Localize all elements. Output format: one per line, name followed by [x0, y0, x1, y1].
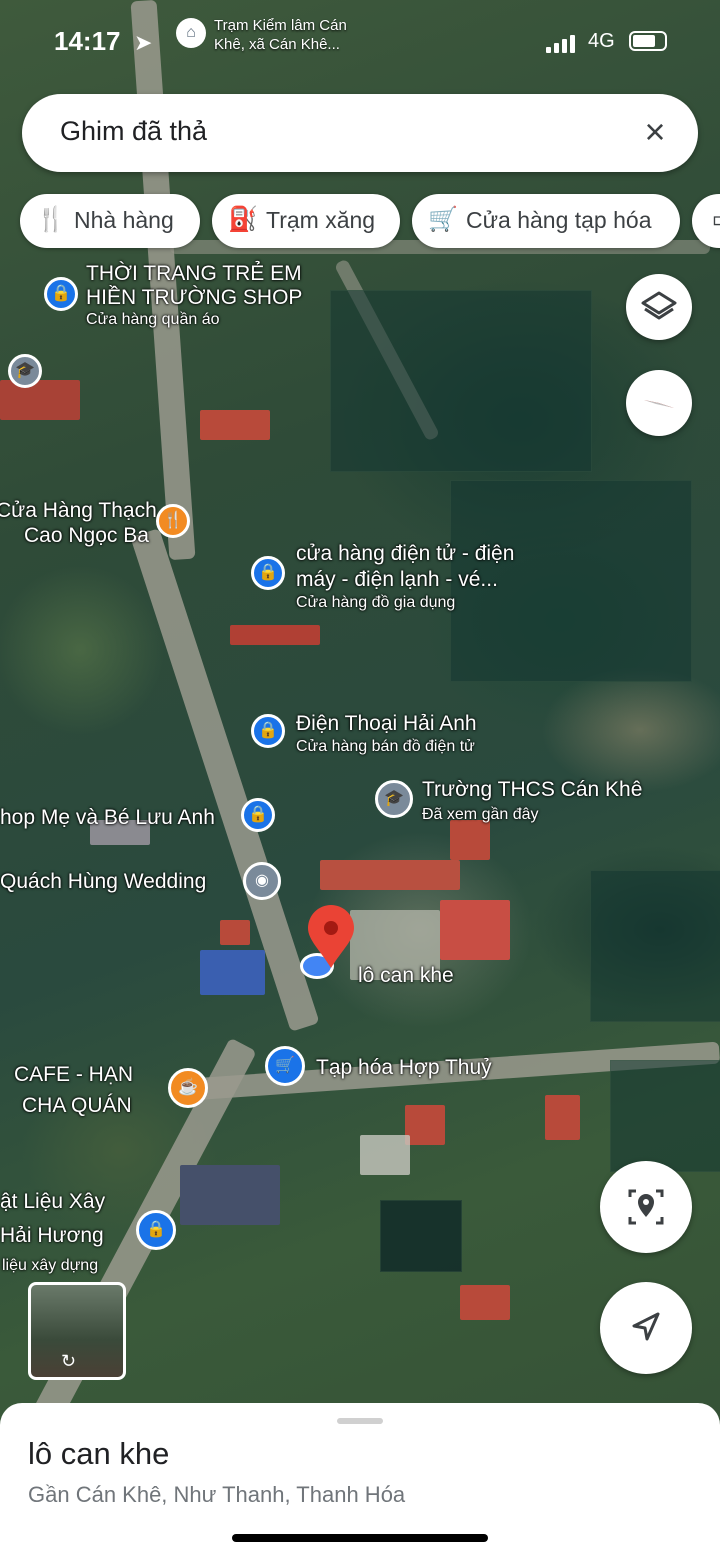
cellular-signal-icon [546, 33, 578, 53]
home-indicator[interactable] [232, 1534, 488, 1542]
shopping-cart-icon: 🛒 [265, 1046, 305, 1086]
chip-label: Trạm xăng [266, 207, 376, 233]
clock: 14:17 [54, 26, 121, 56]
more-category-icon: ▭ [708, 205, 720, 235]
building-roof [450, 820, 490, 860]
shopping-bag-icon: 🔒 [44, 277, 78, 311]
rice-field [610, 1060, 720, 1172]
building-roof [545, 1095, 580, 1140]
rice-field [380, 1200, 462, 1272]
layers-button[interactable] [626, 274, 692, 340]
red-pin-icon [308, 905, 354, 968]
location-services-icon: ➤ [134, 30, 153, 55]
status-bar: 14:17 ➤ ⌂ Trạm Kiểm lâm Cán Khê, xã Cán … [0, 0, 720, 80]
ranger-station-icon: ⌂ [176, 18, 206, 48]
dropped-pin-label: lô can khe [358, 964, 454, 987]
shopping-bag-icon: 🔒 [251, 556, 285, 590]
street-view-thumbnail[interactable]: ↻ [28, 1282, 126, 1380]
nearby-place-label: Trạm Kiểm lâm Cán Khê, xã Cán Khê... [214, 16, 347, 54]
shopping-bag-icon: 🔒 [241, 798, 275, 832]
restaurant-icon: 🍴 [36, 206, 66, 233]
school-icon: 🎓 [8, 354, 42, 388]
poi-label: Quách Hùng Wedding [0, 870, 207, 893]
place-address: Gần Cán Khê, Như Thanh, Thanh Hóa [28, 1482, 406, 1507]
search-bar[interactable]: Ghim đã thả × [22, 94, 698, 172]
chip-label: Nhà hàng [74, 207, 174, 233]
poi-label: HIỀN TRƯỜNG SHOP [86, 286, 303, 309]
building-roof [200, 950, 265, 995]
poi-sublabel: Đã xem gần đây [422, 806, 539, 823]
gas-station-icon: ⛽ [228, 206, 258, 233]
rotate-360-icon: ↻ [61, 1351, 77, 1371]
poi-label: Điện Thoại Hải Anh [296, 712, 477, 735]
poi-label: hop Mẹ và Bé Lưu Anh [0, 806, 215, 829]
chip-label: Cửa hàng tạp hóa [466, 207, 652, 233]
nearby-place-line1: Trạm Kiểm lâm Cán [214, 17, 347, 34]
poi-label: Hải Hương [0, 1224, 104, 1247]
poi-sublabel: liệu xây dựng [2, 1257, 99, 1274]
chip-restaurants[interactable]: 🍴 Nhà hàng [20, 194, 200, 248]
pin-frame-icon [628, 1189, 664, 1225]
rice-field [330, 290, 592, 472]
building-roof [405, 1105, 445, 1145]
place-title: lô can khe [28, 1436, 170, 1471]
building-roof [230, 625, 320, 645]
poi-label: Cao Ngọc Ba [24, 524, 149, 547]
building-roof [200, 410, 270, 440]
layers-icon [641, 291, 677, 320]
building-roof [440, 900, 510, 960]
nearby-place-line2: Khê, xã Cán Khê... [214, 36, 340, 53]
shopping-bag-icon: 🔒 [251, 714, 285, 748]
poi-label: máy - điện lạnh - vé... [296, 568, 498, 591]
street-view-button[interactable] [600, 1161, 692, 1253]
battery-icon [629, 31, 667, 51]
poi-sublabel: Cửa hàng đồ gia dụng [296, 594, 456, 611]
poi-label: CAFE - HẠN [14, 1063, 134, 1086]
network-type: 4G [588, 30, 615, 52]
place-bottom-sheet[interactable]: lô can khe Gần Cán Khê, Như Thanh, Thanh… [0, 1403, 720, 1557]
poi-label: Cửa Hàng Thạch [0, 499, 157, 522]
building-roof [180, 1165, 280, 1225]
restaurant-icon: 🍴 [156, 504, 190, 538]
compass-button[interactable] [626, 370, 692, 436]
poi-label: Tạp hóa Hợp Thuỷ [316, 1056, 492, 1079]
building-roof [220, 920, 250, 945]
chip-gas-stations[interactable]: ⛽ Trạm xăng [212, 194, 400, 248]
compass-icon [644, 400, 674, 408]
navigation-arrow-icon [632, 1312, 660, 1341]
school-icon: 🎓 [375, 780, 413, 818]
cafe-icon: ☕ [168, 1068, 208, 1108]
place-dot-icon: ◉ [243, 862, 281, 900]
poi-label: Trường THCS Cán Khê [422, 778, 643, 801]
building-roof [320, 860, 460, 890]
poi-label: ật Liệu Xây [0, 1190, 106, 1213]
my-location-button[interactable] [600, 1282, 692, 1374]
search-input[interactable]: Ghim đã thả [60, 116, 207, 147]
poi-label: cửa hàng điện tử - điện [296, 542, 515, 565]
poi-sublabel: Cửa hàng bán đồ điện tử [296, 738, 475, 755]
shopping-cart-icon: 🛒 [428, 206, 458, 233]
poi-sublabel: Cửa hàng quần áo [86, 311, 220, 328]
chip-grocery[interactable]: 🛒 Cửa hàng tạp hóa [412, 194, 680, 248]
poi-label: CHA QUÁN [22, 1094, 132, 1117]
building-roof [460, 1285, 510, 1320]
shopping-bag-icon: 🔒 [136, 1210, 176, 1250]
building-roof [0, 380, 80, 420]
close-icon[interactable]: × [636, 112, 674, 152]
poi-label: THỜI TRANG TRẺ EM [86, 262, 302, 285]
rice-field [590, 870, 720, 1022]
sheet-drag-handle[interactable] [337, 1418, 383, 1424]
building-roof [360, 1135, 410, 1175]
